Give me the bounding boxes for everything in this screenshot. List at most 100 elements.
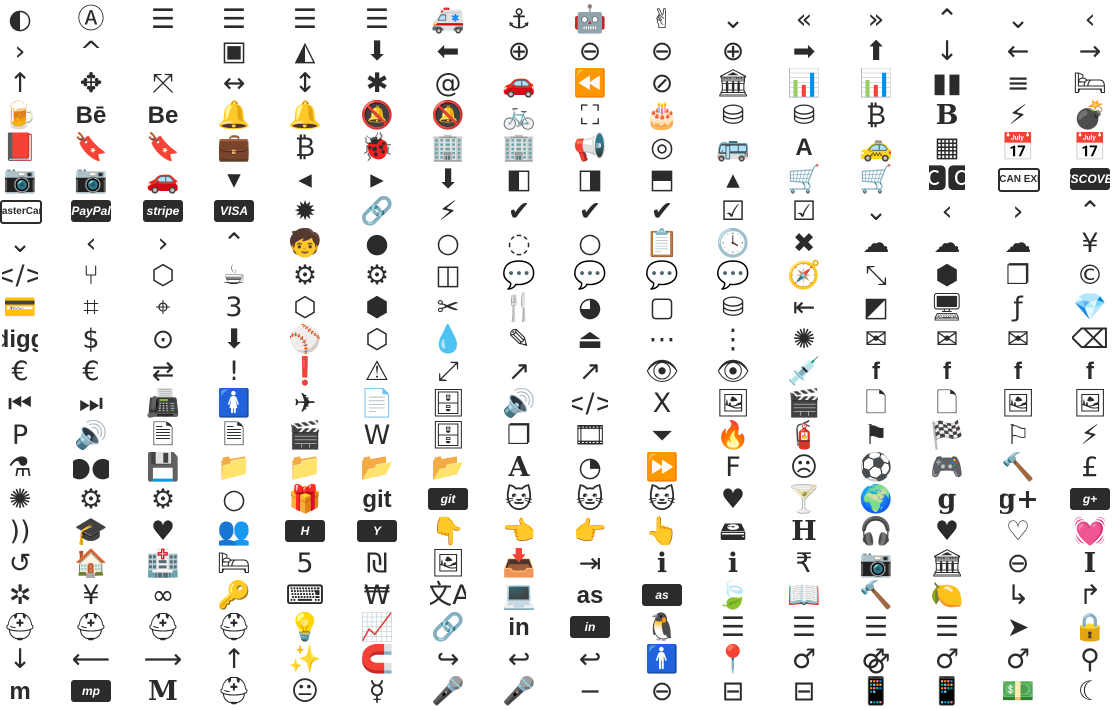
mars-icon: ♂ xyxy=(791,644,817,675)
caret-up-icon: ▴ xyxy=(726,164,740,195)
euro-icon: € xyxy=(82,356,100,387)
moon-o-icon: ☾ xyxy=(1077,676,1103,707)
cloud-icon: ☁ xyxy=(862,228,890,259)
empire-icon: ✺ xyxy=(792,324,816,355)
cogs-icon: ⚙ xyxy=(364,260,390,291)
arrow-circle-o-left-icon: ⊖ xyxy=(578,36,602,67)
crop-icon: ⌗ xyxy=(83,292,99,323)
bell-icon: 🔔 xyxy=(217,100,251,131)
cube-icon: ⬡ xyxy=(293,292,317,323)
google-plus-icon: g+ xyxy=(1000,484,1036,515)
chain-broken-icon: ⚡ xyxy=(438,196,458,227)
file-o-icon: 🗋 xyxy=(865,388,887,419)
forumbee-icon: ◔ xyxy=(578,452,602,483)
long-arrow-down-icon: ↓ xyxy=(8,644,32,675)
font-icon: A xyxy=(508,452,530,483)
history-icon: ↺ xyxy=(8,548,32,579)
arrow-circle-right-icon: ➡ xyxy=(792,36,816,67)
calendar-o-icon: 📅 xyxy=(1073,132,1107,163)
mail-reply-all-icon: ↩ xyxy=(578,644,602,675)
file-zip-o-icon: 🗄 xyxy=(430,420,466,451)
life-buoy-icon: ⛑ xyxy=(73,612,109,643)
car-icon: 🚗 xyxy=(146,164,180,195)
hotel-icon: 🛏 xyxy=(216,548,252,579)
joomla-icon: ✲ xyxy=(8,580,32,611)
eraser-icon: ⌫ xyxy=(1072,324,1108,355)
info-circle-icon: ℹ xyxy=(727,548,739,579)
crosshairs-icon: ⌖ xyxy=(155,292,171,323)
bicycle-icon: 🚲 xyxy=(502,100,536,131)
circle-o-notch-icon: ◌ xyxy=(507,228,531,259)
flash-icon: ⚡ xyxy=(1080,420,1100,451)
calendar-icon: 📅 xyxy=(1001,132,1035,163)
bus-icon: 🚌 xyxy=(716,132,750,163)
eye-slash-icon: 👁 xyxy=(715,356,751,387)
bar-chart-o-icon: 📊 xyxy=(859,68,893,99)
copyright-icon: © xyxy=(1076,260,1104,291)
linux-icon: 🐧 xyxy=(645,612,679,643)
ioxhost-icon: ⊖ xyxy=(1006,548,1030,579)
birthday-cake-icon: 🎂 xyxy=(645,100,679,131)
lastfm-square-icon: as xyxy=(642,584,682,606)
external-link-square-icon: ↗ xyxy=(578,356,602,387)
caret-square-o-up-icon: ⬒ xyxy=(649,164,675,195)
microphone-icon: 🎤 xyxy=(431,676,465,707)
chevron-circle-down-icon: ⌄ xyxy=(864,196,888,227)
dedent-icon: ⇤ xyxy=(792,292,816,323)
inbox-icon: 📥 xyxy=(502,548,536,579)
file-text-o-icon: 🗎 xyxy=(223,420,245,451)
life-bouy-icon: ⛑ xyxy=(2,612,38,643)
barcode-icon: ▮▮ xyxy=(932,68,962,99)
file-icon: 📄 xyxy=(360,388,394,419)
folder-open-o-icon: 📂 xyxy=(431,452,465,483)
bolt-icon: ⚡ xyxy=(1008,100,1028,131)
link-icon: 🔗 xyxy=(431,612,465,643)
align-justify-icon: ☰ xyxy=(221,4,247,35)
mail-reply-icon: ↩ xyxy=(507,644,531,675)
heart-o-icon: ♡ xyxy=(1005,516,1031,547)
align-left-icon: ☰ xyxy=(292,4,318,35)
minus-square-o-icon: ⊟ xyxy=(792,676,816,707)
dot-circle-o-icon: ⊙ xyxy=(151,324,175,355)
keyboard-o-icon: ⌨ xyxy=(287,580,323,611)
eject-icon: ⏏ xyxy=(577,324,603,355)
at-icon: @ xyxy=(434,68,462,99)
arrow-left-icon: ← xyxy=(1006,36,1030,67)
facebook-official-icon: f xyxy=(1014,357,1022,385)
credit-card-icon: 💳 xyxy=(3,292,37,323)
fire-icon: 🔥 xyxy=(716,420,750,451)
gbp-icon: £ xyxy=(1081,452,1099,483)
cny-icon: ¥ xyxy=(1081,228,1099,259)
cart-arrow-down-icon: 🛒 xyxy=(787,164,821,195)
desktop-icon: 🖥 xyxy=(929,292,965,323)
microphone-slash-icon: 🎤 xyxy=(502,676,536,707)
github-alt-icon: 🐱 xyxy=(575,484,605,515)
comments-o-icon: 💬 xyxy=(716,260,750,291)
github-icon: 🐱 xyxy=(504,484,534,515)
bitbucket-square-icon: ⛁ xyxy=(792,100,816,131)
bar-chart-icon: 📊 xyxy=(787,68,821,99)
file-code-o-icon: </> xyxy=(572,388,608,419)
inr-icon: ₹ xyxy=(795,548,813,579)
calculator-icon: ▦ xyxy=(934,132,960,163)
leanpub-icon: 📖 xyxy=(787,580,821,611)
arrow-right-icon: → xyxy=(1078,36,1102,67)
headphones-icon: 🎧 xyxy=(859,516,893,547)
building-o-icon: 🏢 xyxy=(502,132,536,163)
comment-icon: 💬 xyxy=(502,260,536,291)
chain-icon: 🔗 xyxy=(360,196,394,227)
comments-icon: 💬 xyxy=(645,260,679,291)
coffee-icon: ☕ xyxy=(221,260,247,291)
connectdevelop-icon: ⬢ xyxy=(935,260,959,291)
male-icon: 🚹 xyxy=(645,644,679,675)
archive-icon: ▣ xyxy=(221,36,247,67)
clipboard-icon: 📋 xyxy=(645,228,679,259)
leaf-icon: 🍃 xyxy=(716,580,750,611)
hacker-news-icon: Y xyxy=(357,520,397,542)
folder-o-icon: 📁 xyxy=(288,452,322,483)
graduation-cap-icon: 🎓 xyxy=(74,516,108,547)
cc-paypal-icon: PayPal xyxy=(71,200,111,222)
download-icon: ⬇ xyxy=(222,324,246,355)
ellipsis-h-icon: ⋯ xyxy=(648,324,676,355)
header-icon: H xyxy=(791,516,817,547)
